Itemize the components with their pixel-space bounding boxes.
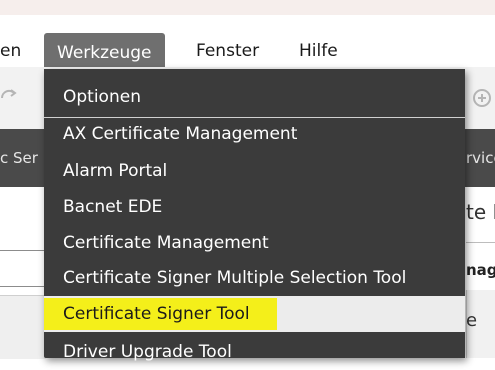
menu-option-label: Optionen (63, 87, 141, 107)
menu-item-partial[interactable]: en (0, 37, 21, 65)
menu-bar: en Werkzeuge Fenster Hilfe (0, 15, 495, 73)
tab-left-partial[interactable]: c Ser (0, 145, 38, 171)
right-panel-label: nag (466, 261, 495, 279)
right-panel-title: te M (466, 200, 495, 224)
menu-option-certificate-signer-tool[interactable]: Certificate Signer Tool (44, 296, 465, 332)
menu-option-ax-certificate-management[interactable]: AX Certificate Management (44, 116, 465, 152)
menu-option-label: Certificate Management (63, 233, 269, 253)
add-circle-icon[interactable] (468, 88, 495, 108)
menu-option-certificate-management[interactable]: Certificate Management (44, 225, 465, 261)
menu-option-label-highlighted: Certificate Signer Tool (44, 298, 277, 330)
menu-option-certificate-signer-multiple-selection-tool[interactable]: Certificate Signer Multiple Selection To… (44, 260, 465, 296)
menu-option-alarm-portal[interactable]: Alarm Portal (44, 153, 465, 189)
menu-option-label: Certificate Signer Multiple Selection To… (63, 268, 407, 288)
menu-option-optionen[interactable]: Optionen (44, 79, 465, 115)
menu-option-label: Alarm Portal (63, 161, 168, 181)
divider (466, 242, 495, 243)
refresh-icon[interactable] (0, 88, 18, 108)
werkzeuge-dropdown-menu: Optionen AX Certificate Management Alarm… (44, 69, 465, 362)
menu-option-label: Driver Upgrade Tool (63, 342, 232, 362)
menu-option-label: Bacnet EDE (63, 197, 163, 217)
menu-item-fenster[interactable]: Fenster (196, 37, 259, 65)
left-panel-area (0, 295, 46, 359)
menu-item-hilfe[interactable]: Hilfe (299, 37, 338, 65)
window-top-strip (0, 0, 495, 15)
menu-option-label: AX Certificate Management (63, 124, 298, 144)
menu-option-bacnet-ede[interactable]: Bacnet EDE (44, 189, 465, 225)
right-panel-field-text: e (466, 310, 478, 331)
menu-option-driver-upgrade-tool[interactable]: Driver Upgrade Tool (44, 334, 465, 370)
tab-right-partial[interactable]: rvice (466, 145, 495, 171)
left-input-field[interactable] (0, 250, 46, 287)
